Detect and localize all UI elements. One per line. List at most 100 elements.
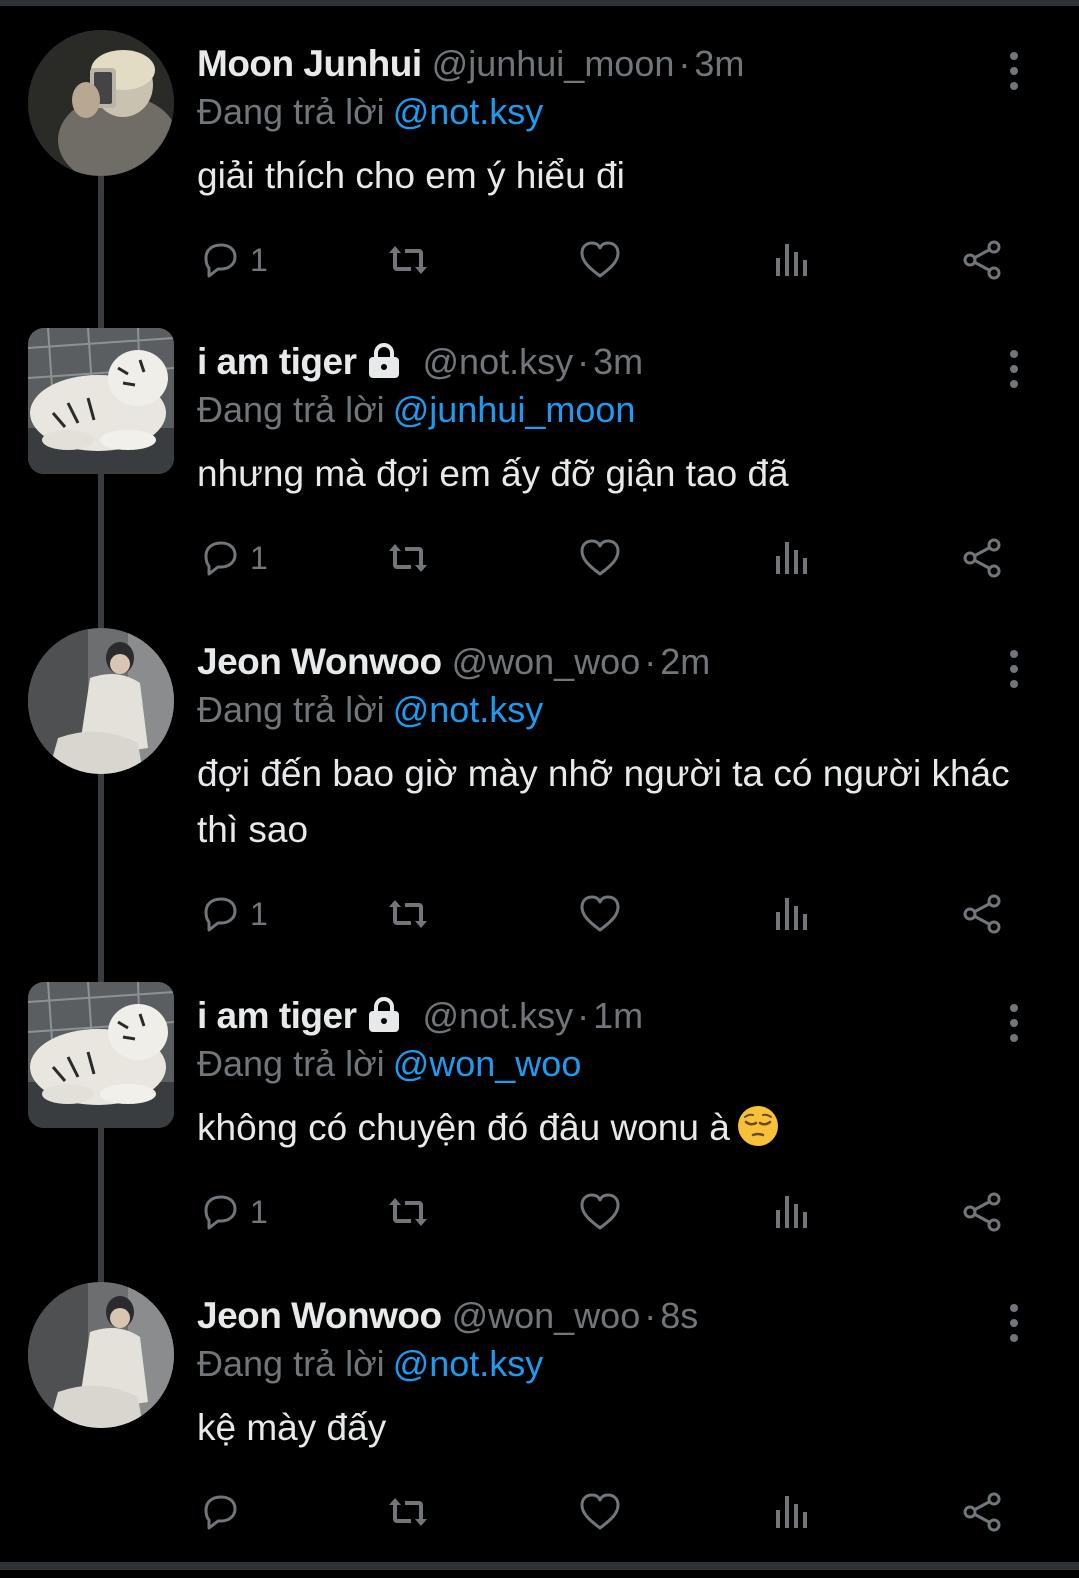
- like-button[interactable]: [578, 884, 622, 944]
- more-options-icon[interactable]: [996, 1294, 1032, 1342]
- action-bar: [0, 1482, 1079, 1542]
- display-name[interactable]: i am tiger: [197, 995, 357, 1036]
- analytics-icon: [776, 1196, 807, 1228]
- more-options-icon[interactable]: [996, 340, 1032, 388]
- views-button[interactable]: [770, 528, 814, 588]
- replying-to-line: Đang trả lời @not.ksy: [197, 686, 543, 734]
- share-icon: [963, 1192, 1001, 1232]
- user-handle[interactable]: @junhui_moon: [432, 43, 675, 84]
- reply-mention-link[interactable]: @not.ksy: [393, 1343, 544, 1384]
- avatar[interactable]: [28, 328, 174, 474]
- retweet-button[interactable]: [386, 884, 430, 944]
- avatar[interactable]: [28, 982, 174, 1128]
- replying-to-label: Đang trả lời: [197, 1343, 385, 1384]
- reply-tweet[interactable]: i am tiger @not.ksy · 3m Đang trả lời @junhu…: [0, 328, 1079, 598]
- tweet-text: nhưng mà đợi em ấy đỡ giận tao đã: [197, 453, 789, 494]
- user-handle[interactable]: @won_woo: [452, 1295, 641, 1336]
- reply-count: 1: [250, 241, 268, 278]
- user-handle[interactable]: @not.ksy: [423, 341, 574, 382]
- analytics-icon: [776, 244, 807, 276]
- display-name[interactable]: i am tiger: [197, 341, 357, 382]
- share-button[interactable]: [960, 230, 1004, 290]
- display-name[interactable]: Moon Junhui: [197, 43, 422, 84]
- reply-icon: [204, 897, 237, 932]
- reply-button[interactable]: 1: [198, 528, 268, 588]
- replying-to-line: Đang trả lời @junhui_moon: [197, 386, 635, 434]
- retweet-icon: [389, 1498, 427, 1526]
- tweet-text-container: không có chuyện đó đâu wonu à: [197, 1100, 1037, 1156]
- action-bar: 1: [0, 1182, 1079, 1242]
- retweet-button[interactable]: [386, 1482, 430, 1542]
- display-name[interactable]: Jeon Wonwoo: [197, 1295, 442, 1336]
- heart-icon: [580, 241, 620, 278]
- views-button[interactable]: [770, 1182, 814, 1242]
- timestamp[interactable]: 8s: [660, 1295, 698, 1336]
- reply-icon: [204, 1495, 237, 1530]
- heart-icon: [580, 1493, 620, 1530]
- retweet-icon: [389, 1198, 427, 1226]
- reply-button[interactable]: [198, 1482, 250, 1542]
- views-button[interactable]: [770, 1482, 814, 1542]
- timestamp[interactable]: 1m: [593, 995, 643, 1036]
- reply-icon: [204, 541, 237, 576]
- share-icon: [963, 894, 1001, 934]
- tweet-header: Jeon Wonwoo @won_woo · 2m: [197, 638, 710, 686]
- user-handle[interactable]: @won_woo: [452, 641, 641, 682]
- share-button[interactable]: [960, 884, 1004, 944]
- retweet-icon: [389, 544, 427, 572]
- display-name[interactable]: Jeon Wonwoo: [197, 641, 442, 682]
- share-button[interactable]: [960, 1182, 1004, 1242]
- lock-icon: [368, 997, 399, 1033]
- replying-to-label: Đang trả lời: [197, 1043, 385, 1084]
- avatar[interactable]: [28, 1282, 174, 1428]
- more-options-icon[interactable]: [996, 640, 1032, 688]
- tweet-header: Moon Junhui @junhui_moon · 3m: [197, 40, 744, 88]
- like-button[interactable]: [578, 230, 622, 290]
- share-button[interactable]: [960, 1482, 1004, 1542]
- separator-dot: ·: [644, 1295, 657, 1336]
- retweet-button[interactable]: [386, 230, 430, 290]
- reply-tweet[interactable]: Moon Junhui @junhui_moon · 3m Đang trả lời @…: [0, 30, 1079, 300]
- avatar[interactable]: [28, 30, 174, 176]
- reply-button[interactable]: 1: [198, 230, 268, 290]
- reply-mention-link[interactable]: @not.ksy: [393, 689, 544, 730]
- more-options-icon[interactable]: [996, 42, 1032, 90]
- timestamp[interactable]: 2m: [660, 641, 710, 682]
- reply-tweet[interactable]: Jeon Wonwoo @won_woo · 8s Đang trả lời @not.…: [0, 1282, 1079, 1552]
- seated-person-avatar-image: [28, 628, 174, 774]
- reply-icon: [204, 1195, 237, 1230]
- views-button[interactable]: [770, 884, 814, 944]
- share-icon: [963, 538, 1001, 578]
- share-button[interactable]: [960, 528, 1004, 588]
- more-options-icon[interactable]: [996, 994, 1032, 1042]
- reply-icon: [204, 243, 237, 278]
- retweet-button[interactable]: [386, 528, 430, 588]
- reply-button[interactable]: 1: [198, 1182, 268, 1242]
- heart-icon: [580, 1193, 620, 1230]
- reply-mention-link[interactable]: @won_woo: [393, 1043, 582, 1084]
- separator-dot: ·: [577, 995, 590, 1036]
- reply-button[interactable]: 1: [198, 884, 268, 944]
- heart-icon: [580, 895, 620, 932]
- like-button[interactable]: [578, 528, 622, 588]
- tweet-text: giải thích cho em ý hiểu đi: [197, 155, 625, 196]
- like-button[interactable]: [578, 1482, 622, 1542]
- reply-mention-link[interactable]: @junhui_moon: [393, 389, 636, 430]
- views-button[interactable]: [770, 230, 814, 290]
- user-handle[interactable]: @not.ksy: [423, 995, 574, 1036]
- like-button[interactable]: [578, 1182, 622, 1242]
- timestamp[interactable]: 3m: [694, 43, 744, 84]
- reply-tweet[interactable]: i am tiger @not.ksy · 1m Đang trả lời @won_w…: [0, 982, 1079, 1252]
- tweet-header: i am tiger @not.ksy · 1m: [197, 992, 643, 1040]
- separator-dot: ·: [678, 43, 691, 84]
- action-bar: 1: [0, 528, 1079, 588]
- retweet-button[interactable]: [386, 1182, 430, 1242]
- analytics-icon: [776, 542, 807, 574]
- heart-icon: [580, 539, 620, 576]
- action-bar: 1: [0, 884, 1079, 944]
- analytics-icon: [776, 1496, 807, 1528]
- reply-tweet[interactable]: Jeon Wonwoo @won_woo · 2m Đang trả lời @not.…: [0, 628, 1079, 954]
- reply-mention-link[interactable]: @not.ksy: [393, 91, 544, 132]
- timestamp[interactable]: 3m: [593, 341, 643, 382]
- avatar[interactable]: [28, 628, 174, 774]
